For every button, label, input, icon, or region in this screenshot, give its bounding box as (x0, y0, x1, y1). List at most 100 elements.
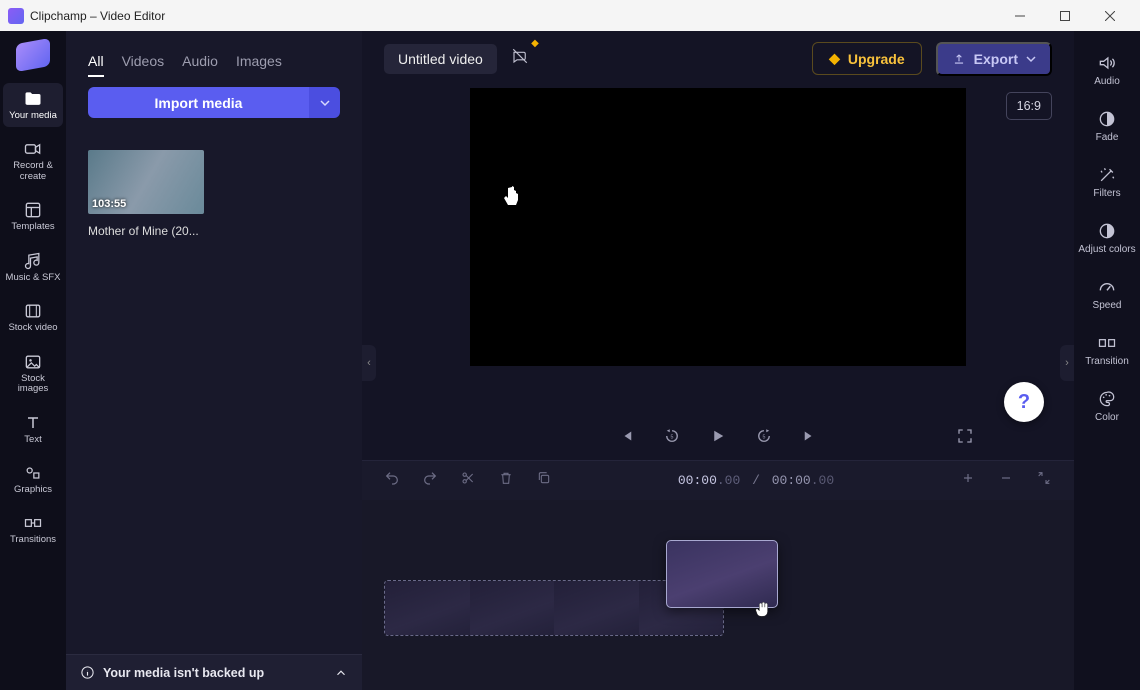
delete-button[interactable] (498, 470, 514, 491)
aspect-ratio-button[interactable]: 16:9 (1006, 92, 1052, 120)
camera-icon (23, 139, 43, 159)
chevron-down-icon (1026, 54, 1036, 64)
premium-badge-icon: ◆ (531, 38, 539, 49)
backup-warning-bar[interactable]: Your media isn't backed up (66, 654, 362, 690)
window-titlebar: Clipchamp – Video Editor (0, 0, 1140, 31)
redo-button[interactable] (422, 470, 438, 491)
right-item-fade[interactable]: Fade (1077, 105, 1137, 147)
timeline-toolbar: 00:00.00 / 00:00.00 (362, 460, 1074, 500)
editor-center: Untitled video ◆ ◆ Upgrade Export (362, 31, 1074, 690)
image-icon (23, 352, 43, 372)
sidebar-item-transitions[interactable]: Transitions (3, 507, 63, 551)
player-controls: 5 5 (362, 416, 1074, 460)
svg-text:5: 5 (763, 434, 766, 440)
sidebar-item-label: Text (24, 435, 41, 445)
right-item-speed[interactable]: Speed (1077, 273, 1137, 315)
volume-icon (1097, 53, 1117, 73)
info-icon (80, 665, 95, 680)
backup-warning-text: Your media isn't backed up (103, 666, 264, 680)
right-item-audio[interactable]: Audio (1077, 49, 1137, 91)
media-item[interactable]: 103:55 Mother of Mine (20... (88, 150, 204, 238)
tab-audio[interactable]: Audio (182, 53, 218, 77)
sidebar-item-music-sfx[interactable]: Music & SFX (3, 245, 63, 289)
fullscreen-button[interactable] (956, 427, 974, 450)
undo-button[interactable] (384, 470, 400, 491)
diamond-icon: ◆ (829, 50, 840, 67)
play-button[interactable] (709, 427, 727, 450)
fit-timeline-button[interactable] (1036, 470, 1052, 491)
right-sidebar: Audio Fade Filters Adjust colors Speed T… (1074, 31, 1140, 690)
expand-right-panel-handle[interactable]: › (1060, 345, 1074, 381)
svg-text:5: 5 (671, 434, 674, 440)
right-item-label: Audio (1094, 76, 1120, 87)
upgrade-button[interactable]: ◆ Upgrade (812, 42, 922, 75)
left-sidebar: Your media Record & create Templates Mus… (0, 31, 66, 690)
close-button[interactable] (1087, 0, 1132, 31)
video-preview[interactable] (470, 88, 966, 366)
sidebar-item-templates[interactable]: Templates (3, 194, 63, 238)
seek-end-button[interactable] (801, 427, 819, 450)
zoom-in-button[interactable] (960, 470, 976, 491)
right-item-label: Filters (1093, 188, 1120, 199)
right-item-filters[interactable]: Filters (1077, 161, 1137, 203)
export-button[interactable]: Export (936, 42, 1052, 76)
text-icon (23, 413, 43, 433)
captions-off-icon (511, 47, 529, 65)
total-time: 00:00 (772, 473, 811, 488)
shapes-icon (23, 463, 43, 483)
clipchamp-logo (16, 38, 50, 72)
sidebar-item-graphics[interactable]: Graphics (3, 457, 63, 501)
palette-icon (1097, 389, 1117, 409)
folder-icon (23, 89, 43, 109)
preview-area: 16:9 ? (362, 86, 1074, 416)
templates-icon (23, 200, 43, 220)
tab-videos[interactable]: Videos (122, 53, 165, 77)
right-item-label: Color (1095, 412, 1119, 423)
chevron-up-icon[interactable] (334, 666, 348, 680)
sidebar-item-label: Stock video (8, 323, 57, 333)
tab-images[interactable]: Images (236, 53, 282, 77)
current-time: 00:00 (678, 473, 717, 488)
project-title-field[interactable]: Untitled video (384, 44, 497, 74)
sidebar-item-label: Transitions (10, 535, 56, 545)
sidebar-item-your-media[interactable]: Your media (3, 83, 63, 127)
right-item-label: Transition (1085, 356, 1129, 367)
media-panel: All Videos Audio Images Import media 103… (66, 31, 362, 690)
rewind-button[interactable]: 5 (663, 427, 681, 450)
sidebar-item-text[interactable]: Text (3, 407, 63, 451)
transition-icon (1097, 333, 1117, 353)
right-item-color[interactable]: Color (1077, 385, 1137, 427)
collapse-panel-handle[interactable]: ‹ (362, 345, 376, 381)
upgrade-label: Upgrade (848, 51, 905, 67)
media-thumbnail[interactable]: 103:55 (88, 150, 204, 214)
tab-all[interactable]: All (88, 53, 104, 77)
seek-start-button[interactable] (617, 427, 635, 450)
zoom-out-button[interactable] (998, 470, 1014, 491)
sidebar-item-record-create[interactable]: Record & create (3, 133, 63, 188)
film-icon (23, 301, 43, 321)
media-tabs: All Videos Audio Images (66, 31, 362, 87)
media-grid: 103:55 Mother of Mine (20... (66, 132, 362, 256)
timeline-area[interactable]: Drag & drop media here (362, 500, 1074, 690)
sidebar-item-label: Record & create (5, 161, 61, 182)
window-title: Clipchamp – Video Editor (30, 9, 165, 23)
pointer-cursor-icon (502, 186, 520, 213)
import-media-button[interactable]: Import media (88, 87, 309, 118)
import-media-dropdown[interactable] (309, 87, 340, 118)
gauge-icon (1097, 277, 1117, 297)
right-item-transition[interactable]: Transition (1077, 329, 1137, 371)
music-icon (23, 251, 43, 271)
wand-icon (1097, 165, 1117, 185)
duplicate-button[interactable] (536, 470, 552, 491)
sidebar-item-stock-video[interactable]: Stock video (3, 295, 63, 339)
sidebar-item-label: Templates (11, 222, 54, 232)
right-item-adjust-colors[interactable]: Adjust colors (1077, 217, 1137, 259)
sidebar-item-label: Your media (9, 111, 57, 121)
minimize-button[interactable] (997, 0, 1042, 31)
captions-button[interactable]: ◆ (511, 47, 529, 70)
split-button[interactable] (460, 470, 476, 491)
forward-button[interactable]: 5 (755, 427, 773, 450)
grab-cursor-icon (752, 598, 774, 625)
sidebar-item-stock-images[interactable]: Stock images (3, 346, 63, 401)
maximize-button[interactable] (1042, 0, 1087, 31)
